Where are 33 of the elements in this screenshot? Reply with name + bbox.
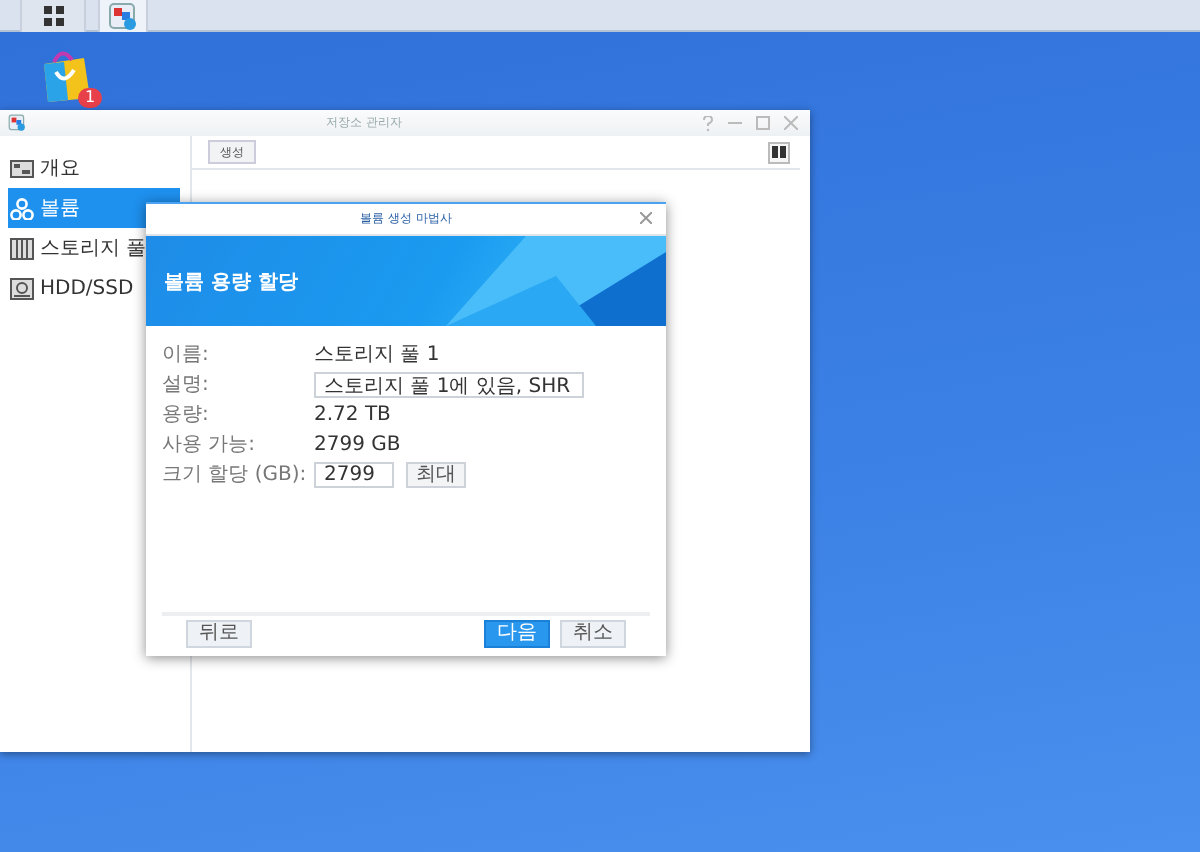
input-field[interactable]: 스토리지 풀 1에 있음, SHR: [314, 372, 584, 398]
sidebar-item[interactable]: 스토리지 풀: [8, 228, 180, 268]
cancel-button[interactable]: 취소: [560, 619, 626, 647]
overview-icon: [10, 157, 34, 179]
help-icon[interactable]: [702, 115, 714, 131]
field-label: 사용 가능:: [162, 432, 258, 458]
taskbar-button[interactable]: [20, 0, 86, 32]
wizard-heading: 볼륨 용량 할당: [164, 269, 298, 295]
view-toggle-button[interactable]: [768, 141, 790, 163]
volume-icon: [10, 197, 34, 219]
maximize-icon[interactable]: [756, 116, 770, 130]
sidebar-item[interactable]: 개요: [8, 148, 180, 188]
hard-disk-icon: [10, 277, 34, 299]
grid-icon: [41, 4, 65, 28]
field-value: 2.72 TB: [314, 402, 393, 428]
field-label: 설명:: [162, 372, 211, 398]
app-icon: [108, 1, 138, 31]
shopping-bag-icon: [38, 50, 94, 104]
field-value: 2799 GB: [314, 432, 403, 458]
close-icon[interactable]: [640, 212, 652, 224]
field-label: 이름:: [162, 342, 211, 368]
field-label: 크기 할당 (GB):: [162, 462, 309, 488]
storage-pool-icon: [10, 237, 34, 259]
max-button[interactable]: 최대: [406, 462, 466, 488]
notification-badge: 1: [78, 88, 102, 108]
input-field[interactable]: 2799: [314, 462, 394, 488]
app-icon: [8, 114, 26, 132]
field-value: 스토리지 풀 1: [314, 342, 442, 368]
minimize-icon[interactable]: [728, 116, 742, 130]
field-label: 용량:: [162, 402, 211, 428]
back-button[interactable]: 뒤로: [186, 619, 252, 647]
columns-icon: [772, 146, 786, 158]
close-icon[interactable]: [784, 116, 798, 130]
